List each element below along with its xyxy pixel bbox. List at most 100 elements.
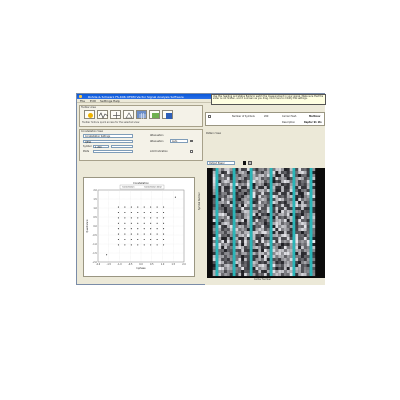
heatmap-cell	[295, 210, 299, 214]
symbol-input[interactable]: 1 200	[93, 144, 109, 149]
heatmap-cell	[255, 171, 259, 175]
heatmap-cell	[301, 222, 304, 226]
heatmap-cell	[266, 171, 270, 175]
heatmap-cell	[241, 171, 245, 175]
heatmap-cell	[286, 264, 290, 268]
constellation-source-select[interactable]: Constellation Settings	[83, 134, 133, 138]
heatmap-cell	[312, 171, 316, 175]
heatmap-cell	[264, 249, 267, 253]
heatmap-cell	[292, 243, 296, 247]
pattern-heatmap[interactable]	[207, 168, 325, 278]
heatmap-cell	[315, 189, 319, 193]
constellation-chart[interactable]: -2.0 -1.5 -1.0 -0.5 0.0 0.5 1.0 1.5 2.02.01.51.0…	[84, 178, 196, 278]
heatmap-cell	[261, 195, 265, 199]
heatmap-cell	[255, 219, 259, 223]
heatmap-cell	[301, 177, 304, 181]
heatmap-cell	[301, 246, 304, 250]
heatmap-cell	[221, 183, 225, 187]
tool-save-button[interactable]	[162, 110, 173, 119]
limit-checkbox[interactable]	[190, 150, 193, 153]
heatmap-cell	[289, 234, 293, 238]
constellation-point	[137, 228, 139, 230]
menu-file[interactable]: File	[80, 99, 85, 103]
heatmap-cell	[226, 183, 230, 187]
info-checkbox[interactable]	[208, 115, 211, 118]
heatmap-cell	[235, 261, 239, 265]
heatmap-cell	[212, 228, 216, 232]
heatmap-cell	[275, 183, 279, 187]
heatmap-cell	[292, 204, 296, 208]
menu-edit[interactable]: Edit	[90, 99, 96, 103]
tool-marker-button[interactable]	[123, 110, 134, 119]
heatmap-cell	[226, 213, 230, 217]
heatmap-cell	[309, 270, 313, 274]
tool-open-button[interactable]	[84, 110, 95, 119]
heatmap-cell	[286, 255, 290, 259]
heatmap-cell	[224, 234, 227, 238]
heatmap-cell	[264, 261, 267, 265]
pilots-select[interactable]	[93, 149, 133, 154]
heatmap-cell	[312, 168, 316, 172]
heatmap-cell	[298, 273, 302, 277]
tool-grid-button[interactable]	[136, 110, 147, 119]
heatmap-cell	[264, 237, 267, 241]
heatmap-cell	[246, 186, 250, 190]
heatmap-cell	[275, 177, 279, 181]
color-gray-icon[interactable]	[248, 161, 252, 165]
menu-help[interactable]: Help	[113, 99, 120, 103]
heatmap-cell	[226, 237, 230, 241]
heatmap-cell	[303, 189, 307, 193]
heatmap-cell	[215, 231, 219, 235]
attenuation-checkbox[interactable]	[190, 139, 193, 143]
heatmap-cell	[292, 213, 296, 217]
heatmap-cell	[309, 189, 313, 193]
heatmap-cell	[269, 225, 273, 229]
constellation-point	[124, 233, 126, 235]
heatmap-cell	[226, 222, 230, 226]
heatmap-cell	[278, 234, 282, 238]
heatmap-cell	[309, 240, 313, 244]
heatmap-cell	[301, 201, 304, 205]
modulation-select[interactable]: QPSK	[83, 139, 133, 144]
heatmap-cell	[312, 213, 316, 217]
tool-chart-button[interactable]	[149, 110, 160, 119]
heatmap-cell	[226, 189, 230, 193]
menu-settings[interactable]: Settings	[100, 99, 112, 103]
heatmap-cell	[246, 243, 250, 247]
heatmap-cell	[298, 246, 302, 250]
heatmap-cell	[283, 249, 287, 253]
symbol-stepper[interactable]	[111, 144, 133, 149]
tool-signal-button[interactable]	[97, 110, 108, 119]
heatmap-cell	[301, 171, 304, 175]
heatmap-cell	[295, 201, 299, 205]
constellation-point	[150, 222, 152, 224]
heatmap-cell	[226, 192, 230, 196]
heatmap-cell	[318, 219, 322, 223]
heatmap-cell	[252, 204, 256, 208]
tool-cross-button[interactable]	[110, 110, 121, 119]
heatmap-cell	[278, 219, 282, 223]
heatmap-cell	[232, 225, 236, 229]
heatmap-cell	[209, 273, 213, 277]
heatmap-cell	[252, 180, 256, 184]
heatmap-cell	[292, 237, 296, 241]
heatmap-cell	[238, 231, 242, 235]
heatmap-cell	[209, 216, 213, 220]
pattern-select[interactable]: Output Power	[207, 161, 235, 165]
attenuation-select[interactable]: Auto	[170, 139, 188, 143]
x-tick-label: -0.5	[128, 263, 133, 266]
heatmap-cell	[209, 195, 213, 199]
heatmap-cell	[235, 177, 239, 181]
heatmap-cell	[258, 195, 262, 199]
heatmap-cell	[241, 258, 245, 262]
heatmap-cell	[252, 243, 256, 247]
heatmap-cell	[241, 255, 245, 259]
toolbar-hint: Toolbar hints & quick access for the sel…	[82, 121, 140, 124]
heatmap-cell	[264, 222, 267, 226]
color-black-icon[interactable]	[243, 161, 246, 165]
heatmap-cell	[255, 228, 259, 232]
heatmap-cell	[229, 252, 233, 256]
heatmap-cell	[221, 192, 225, 196]
heatmap-cell	[264, 234, 267, 238]
heatmap-cell	[318, 168, 322, 172]
